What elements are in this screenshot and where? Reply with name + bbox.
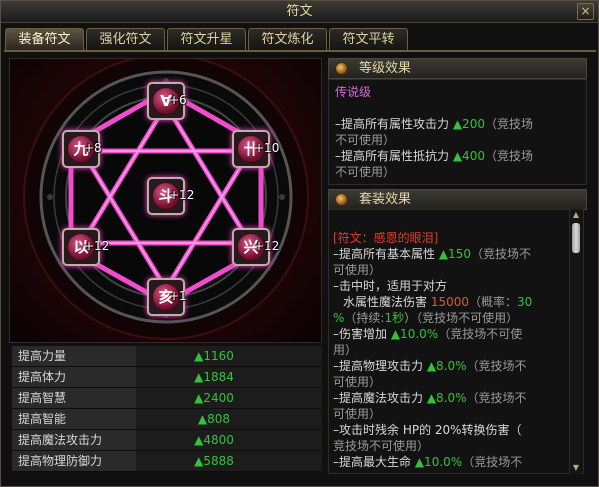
grade-label: 传说级	[335, 85, 372, 99]
stat-name: 提高力量	[12, 346, 136, 366]
rune-window: 符文 × 装备符文 强化符文 符文升星 符文炼化 符文平转 Ɐ +6 九 +8 …	[0, 0, 599, 487]
stat-value: ▲1884	[136, 367, 322, 387]
orb-icon	[335, 62, 348, 75]
effect-line: 不可使用）	[335, 165, 396, 179]
stat-value: ▲5888	[136, 451, 322, 471]
set-effect-title: 套装效果	[359, 192, 412, 207]
effect-line: –提高所有属性抵抗力 ▲400（竞技场	[335, 149, 533, 163]
effect-line: –提高最大生命 ▲10.0%（竞技场不	[333, 455, 523, 469]
scroll-down-arrow-icon[interactable]: ▼	[571, 463, 581, 473]
level-effect-header: 等级效果	[328, 58, 587, 79]
stat-name: 提高魔法攻击力	[12, 430, 136, 450]
effect-line: –提高所有基本属性 ▲150（竞技场不	[333, 247, 531, 261]
rune-slot-center[interactable]: 斗 +12	[147, 177, 194, 215]
rune-slot-lower-right[interactable]: 兴 +12	[232, 228, 279, 266]
stat-name: 提高智慧	[12, 388, 136, 408]
stat-value: ▲4800	[136, 430, 322, 450]
tab-rune-refine[interactable]: 符文炼化	[248, 28, 327, 50]
rune-level: +1	[169, 289, 187, 303]
rune-slot-upper-left[interactable]: 九 +8	[62, 130, 102, 168]
effect-line: –伤害增加 ▲10.0%（竞技场不可使	[333, 327, 523, 341]
stat-value: ▲1160	[136, 346, 322, 366]
stat-row: 提高体力 ▲1884	[12, 367, 322, 388]
scroll-thumb[interactable]	[572, 223, 580, 253]
orb-icon	[335, 193, 348, 206]
set-effect-scrollbar[interactable]: ▲ ▼	[569, 209, 581, 474]
rune-slot-top[interactable]: Ɐ +6	[147, 82, 187, 120]
rune-level: +10	[254, 141, 280, 155]
close-button[interactable]: ×	[577, 3, 594, 20]
rune-circle-panel: Ɐ +6 九 +8 卄 +10 斗 +12 以 +12 兴 +12 亥 +1	[9, 58, 322, 343]
effect-line: –击中时，适用于对方	[333, 279, 448, 293]
effect-line: –提高魔法攻击力 ▲8.0%（竞技场不	[333, 391, 527, 405]
rune-level: +6	[169, 93, 187, 107]
rune-level: +12	[254, 239, 280, 253]
effect-line: 用）	[333, 343, 358, 357]
stat-bonus-list: 提高力量 ▲1160 提高体力 ▲1884 提高智慧 ▲2400 提高智能 ▲8…	[12, 346, 322, 472]
effect-line: %（持续:1秒）（竞技场不可使用）	[333, 311, 519, 325]
set-effect-panel: [符文：感恩的眼泪] –提高所有基本属性 ▲150（竞技场不 可使用） –击中时…	[328, 209, 584, 474]
rune-slot-upper-right[interactable]: 卄 +10	[232, 130, 279, 168]
stat-value: ▲2400	[136, 388, 322, 408]
effect-line: 水属性魔法伤害 15000（概率：30	[343, 295, 533, 309]
level-effect-panel: 传说级 –提高所有属性攻击力 ▲200（竞技场 不可使用） –提高所有属性抵抗力…	[328, 79, 587, 185]
rune-slot-lower-left[interactable]: 以 +12	[62, 228, 109, 266]
rune-level: +12	[84, 239, 110, 253]
stat-row: 提高智能 ▲808	[12, 409, 322, 430]
effect-line: 不可使用）	[335, 133, 396, 147]
effect-line: –提高物理攻击力 ▲8.0%（竞技场不	[333, 359, 527, 373]
level-effect-title: 等级效果	[359, 61, 412, 76]
effect-line: 可使用）	[333, 375, 382, 389]
window-title: 符文	[1, 1, 598, 23]
effect-line: 竞技场不可使用）	[333, 439, 430, 453]
set-effect-header: 套装效果	[328, 189, 587, 210]
effect-line: –提高所有属性攻击力 ▲200（竞技场	[335, 117, 533, 131]
effect-line: 可使用）	[333, 263, 382, 277]
stat-name: 提高智能	[12, 409, 136, 429]
rune-level: +8	[84, 141, 102, 155]
tab-underline	[4, 50, 596, 52]
set-name: [符文：感恩的眼泪]	[333, 231, 439, 245]
stat-name: 提高物理防御力	[12, 451, 136, 471]
tab-rune-transfer[interactable]: 符文平转	[329, 28, 408, 50]
stat-value: ▲808	[136, 409, 322, 429]
tab-rune-star-up[interactable]: 符文升星	[167, 28, 246, 50]
effect-line: –攻击时残余 HP的 20%转换伤害（	[333, 423, 522, 437]
stat-row: 提高物理防御力 ▲5888	[12, 451, 322, 472]
stat-row: 提高魔法攻击力 ▲4800	[12, 430, 322, 451]
effect-line: 可使用）	[333, 407, 382, 421]
rune-slot-bottom[interactable]: 亥 +1	[147, 278, 187, 316]
tab-enhance-rune[interactable]: 强化符文	[86, 28, 165, 50]
tab-bar: 装备符文 强化符文 符文升星 符文炼化 符文平转	[5, 28, 408, 50]
scroll-up-arrow-icon[interactable]: ▲	[571, 210, 581, 220]
rune-level: +12	[169, 188, 195, 202]
stat-row: 提高智慧 ▲2400	[12, 388, 322, 409]
stat-name: 提高体力	[12, 367, 136, 387]
tab-equip-rune[interactable]: 装备符文	[5, 28, 84, 50]
stat-row: 提高力量 ▲1160	[12, 346, 322, 367]
